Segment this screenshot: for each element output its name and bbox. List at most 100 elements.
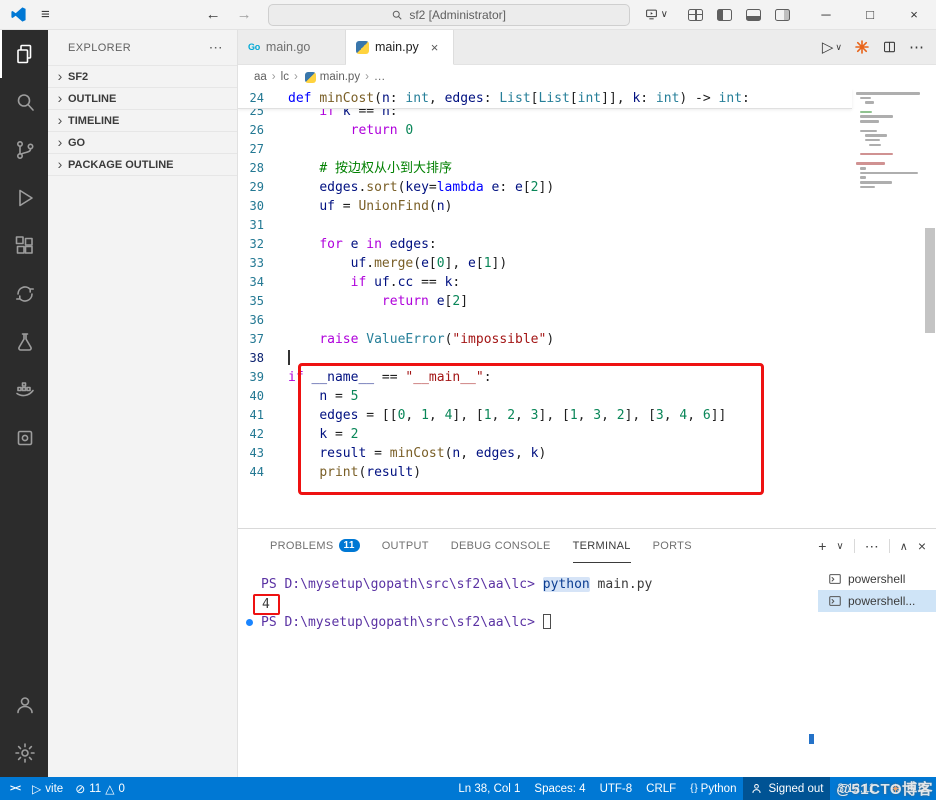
- tab-main-go[interactable]: Go main.go: [238, 30, 346, 64]
- sidebar-section-timeline[interactable]: › TIMELINE: [48, 109, 237, 131]
- minimap[interactable]: [852, 89, 924, 528]
- toggle-secondary-sidebar-icon[interactable]: [775, 8, 790, 21]
- more-actions-icon[interactable]: ⋯: [209, 39, 223, 56]
- explorer-icon[interactable]: [0, 30, 48, 78]
- run-dropdown-icon[interactable]: ∨: [835, 42, 842, 53]
- code-line-44: 44 print(result): [238, 463, 852, 482]
- minimap-line: [860, 167, 866, 170]
- terminal-list-item[interactable]: powershell: [818, 568, 936, 590]
- code-line-text: def minCost(n: int, edges: List[List[int…: [288, 91, 750, 106]
- terminal-icon: [829, 574, 841, 584]
- customize-layout-icon[interactable]: [688, 8, 703, 21]
- tab-label: main.py: [375, 40, 419, 54]
- toggle-panel-icon[interactable]: [746, 8, 761, 21]
- sidebar-section-label: OUTLINE: [68, 92, 117, 105]
- account-icon: [752, 784, 761, 794]
- sidebar-section-label: PACKAGE OUTLINE: [68, 158, 174, 171]
- sidebar-section-go[interactable]: › GO: [48, 131, 237, 153]
- testing-icon[interactable]: [0, 318, 48, 366]
- remote-explorer-icon[interactable]: [0, 270, 48, 318]
- cursor-position[interactable]: Ln 38, Col 1: [451, 777, 527, 800]
- sidebar-section-outline[interactable]: › OUTLINE: [48, 87, 237, 109]
- eol-sequence[interactable]: CRLF: [639, 777, 683, 800]
- back-icon[interactable]: ←: [206, 6, 221, 23]
- terminal-cursor: [542, 613, 551, 629]
- panel-tab-debug-console[interactable]: DEBUG CONSOLE: [451, 529, 551, 563]
- code-line-28: 28 # 按边权从小到大排序: [238, 159, 852, 178]
- panel-tab-terminal[interactable]: TERMINAL: [572, 529, 631, 563]
- forward-icon[interactable]: →: [237, 6, 252, 23]
- chevron-right-icon: ›: [57, 111, 63, 128]
- sidebar-section-sf2[interactable]: › SF2: [48, 65, 237, 87]
- accounts-icon[interactable]: [0, 681, 48, 729]
- breadcrumb-item[interactable]: …: [374, 71, 386, 83]
- search-icon[interactable]: [0, 78, 48, 126]
- panel-tab-label: OUTPUT: [381, 539, 429, 552]
- code-line-33: 33 uf.merge(e[0], e[1]): [238, 254, 852, 273]
- code-line-42: 42 k = 2: [238, 425, 852, 444]
- extension-asterisk-icon[interactable]: [854, 39, 870, 55]
- code-line-38: 38: [238, 349, 852, 368]
- docker-icon[interactable]: [0, 366, 48, 414]
- scrollbar-thumb[interactable]: [925, 228, 935, 333]
- breadcrumb-item[interactable]: aa: [254, 71, 267, 83]
- panel-more-icon[interactable]: ⋯: [865, 538, 879, 555]
- chevron-right-icon: ›: [57, 89, 63, 106]
- annotation-box-output: 4: [253, 594, 280, 615]
- launch-profile-icon[interactable]: ∨: [644, 8, 668, 21]
- minimize-button[interactable]: ─: [804, 0, 848, 30]
- search-text: sf2 [Administrator]: [409, 7, 507, 22]
- toggle-sidebar-icon[interactable]: [717, 8, 732, 21]
- code-editor[interactable]: 24 def minCost(n: int, edges: List[List[i…: [238, 89, 936, 528]
- code-line-31: 31: [238, 216, 852, 235]
- panel-tab-ports[interactable]: PORTS: [653, 529, 692, 563]
- close-panel-icon[interactable]: ×: [918, 538, 926, 554]
- indentation[interactable]: Spaces: 4: [527, 777, 592, 800]
- minimap-line: [860, 181, 893, 184]
- code-line-text: for e in edges:: [319, 237, 437, 252]
- panel-tab-label: PORTS: [652, 539, 692, 552]
- source-control-icon[interactable]: [0, 126, 48, 174]
- terminal[interactable]: PS D:\mysetup\gopath\src\sf2\aa\lc> pyth…: [238, 563, 818, 777]
- breadcrumb-item[interactable]: main.py: [320, 71, 360, 83]
- tools-icon[interactable]: [0, 414, 48, 462]
- encoding[interactable]: UTF-8: [593, 777, 640, 800]
- task-vite[interactable]: ▷ vite: [32, 782, 63, 796]
- signin-status[interactable]: Signed out: [743, 777, 831, 800]
- breadcrumb-item[interactable]: lc: [281, 71, 289, 83]
- line-number: 29: [249, 180, 264, 194]
- language-mode[interactable]: { } Python: [683, 777, 743, 800]
- tab-main-py[interactable]: main.py ×: [346, 30, 454, 65]
- run-debug-icon[interactable]: [0, 174, 48, 222]
- menu-icon[interactable]: ≡: [41, 6, 50, 23]
- extensions-icon[interactable]: [0, 222, 48, 270]
- minimap-line: [856, 106, 922, 109]
- code-line-text: print(result): [319, 465, 422, 480]
- panel-tab-output[interactable]: OUTPUT: [382, 529, 429, 563]
- remote-indicator-icon[interactable]: ><: [10, 783, 21, 794]
- maximize-panel-icon[interactable]: ∧: [900, 540, 908, 553]
- close-button[interactable]: ×: [892, 0, 936, 30]
- settings-gear-icon[interactable]: [0, 729, 48, 777]
- new-terminal-icon[interactable]: +: [818, 538, 826, 554]
- command-center-search[interactable]: sf2 [Administrator]: [267, 3, 630, 26]
- more-actions-icon[interactable]: ⋯: [909, 38, 924, 56]
- panel-tab-problems[interactable]: PROBLEMS 11: [270, 529, 360, 563]
- terminal-dropdown-icon[interactable]: ∨: [836, 541, 843, 552]
- maximize-button[interactable]: □: [848, 0, 892, 30]
- tab-strip: Go main.go main.py × ▷ ∨ ⋯: [238, 30, 936, 65]
- line-number: 44: [249, 465, 264, 479]
- code-line-text: return 0: [350, 123, 414, 138]
- run-python-file-icon[interactable]: ▷: [822, 38, 834, 56]
- problems-status[interactable]: ⊘ 11 △ 0: [75, 782, 125, 796]
- close-tab-icon[interactable]: ×: [431, 40, 439, 55]
- terminal-output: PS D:\mysetup\gopath\src\sf2\aa\lc> pyth…: [246, 575, 818, 632]
- editor-scrollbar[interactable]: [924, 89, 936, 528]
- terminal-list-item[interactable]: powershell...: [818, 590, 936, 612]
- command-decoration-icon[interactable]: [246, 619, 253, 626]
- sticky-line: 24 def minCost(n: int, edges: List[List[i…: [238, 89, 852, 109]
- code-line-text: edges.sort(key=lambda e: e[2]): [319, 180, 555, 195]
- line-number: 31: [249, 218, 264, 232]
- split-editor-icon[interactable]: [882, 40, 897, 54]
- sidebar-section-package-outline[interactable]: › PACKAGE OUTLINE: [48, 153, 237, 175]
